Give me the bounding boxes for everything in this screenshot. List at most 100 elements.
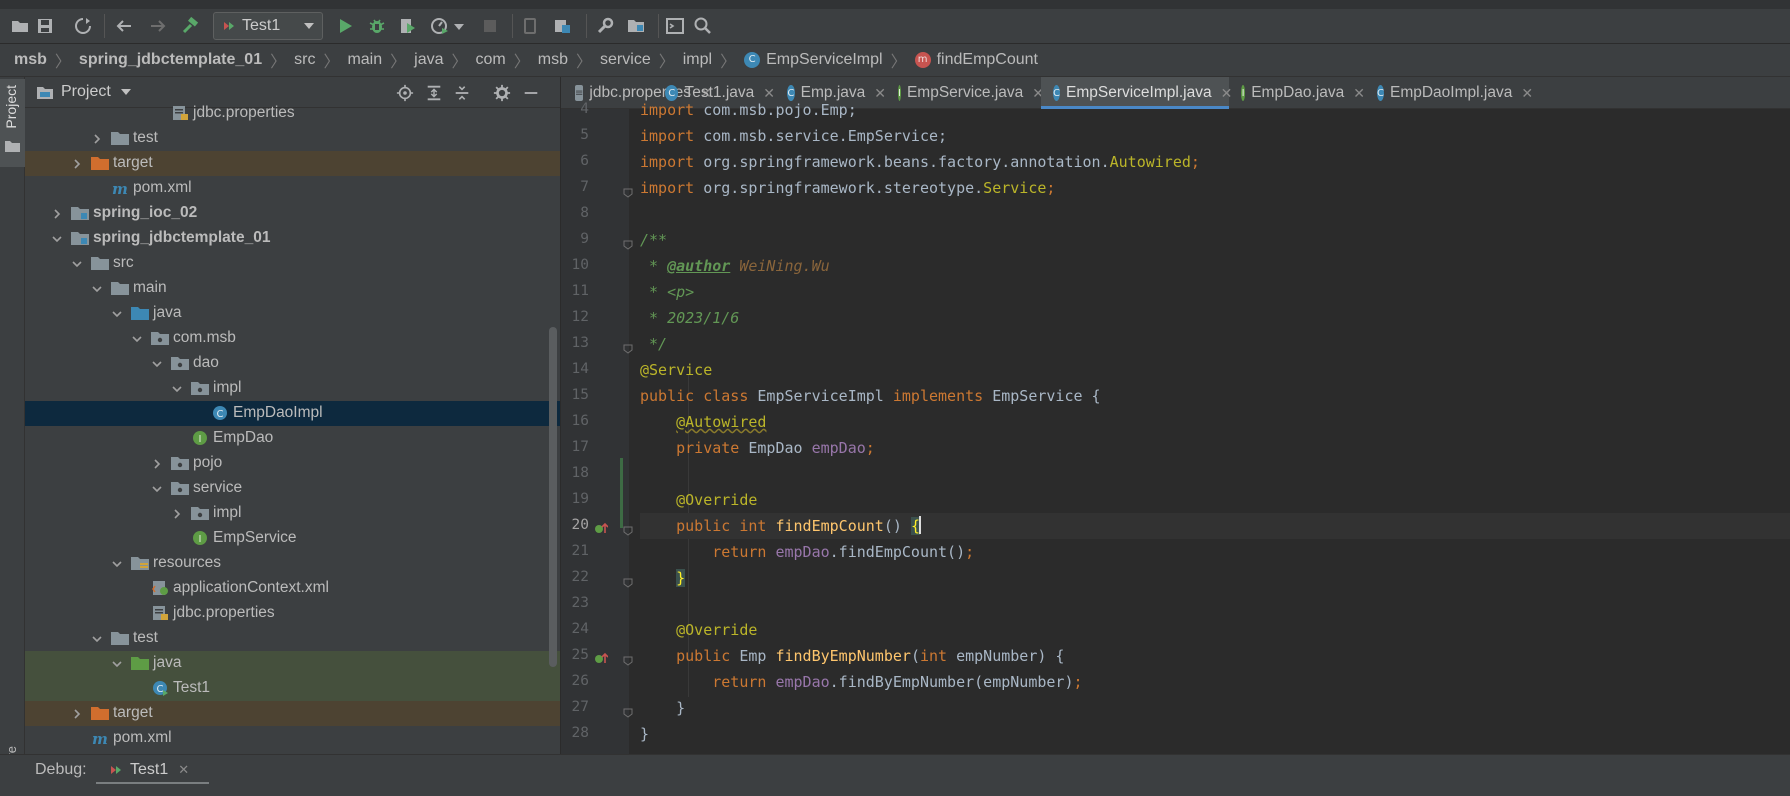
chevron-down-icon[interactable]	[171, 382, 183, 394]
project-panel-title[interactable]: Project	[61, 83, 111, 101]
breadcrumb-item[interactable]: msb	[538, 51, 568, 69]
tree-item[interactable]: java	[25, 301, 560, 326]
tree-item[interactable]: pojo	[25, 451, 560, 476]
expand-all-icon[interactable]	[424, 83, 444, 103]
chevron-down-icon[interactable]	[91, 282, 103, 294]
breadcrumb-item[interactable]: java	[414, 51, 443, 69]
tree-item[interactable]: src	[25, 251, 560, 276]
minimize-icon[interactable]	[521, 83, 541, 103]
breadcrumb-item-class[interactable]: C EmpServiceImpl	[744, 51, 883, 69]
gear-icon[interactable]	[492, 83, 512, 103]
tree-item[interactable]: resources	[25, 551, 560, 576]
close-icon[interactable]: ✕	[178, 762, 189, 778]
locate-file-icon[interactable]	[395, 83, 415, 103]
breadcrumb-separator: 〉	[513, 54, 530, 71]
tree-item[interactable]: test	[25, 126, 560, 151]
tree-item[interactable]: applicationContext.xml	[25, 576, 560, 601]
tree-item[interactable]: impl	[25, 376, 560, 401]
more-run-options-icon[interactable]	[452, 14, 466, 38]
run-configuration-selector[interactable]: Test1	[213, 12, 323, 40]
save-icon[interactable]	[33, 14, 57, 38]
tree-item[interactable]: dao	[25, 351, 560, 376]
tree-item[interactable]: impl	[25, 501, 560, 526]
tree-item[interactable]: C EmpDaoImpl	[25, 401, 560, 426]
chevron-right-icon[interactable]	[71, 707, 83, 719]
chevron-down-icon[interactable]	[151, 357, 163, 369]
interface-icon: I	[191, 430, 209, 446]
chevron-right-icon[interactable]	[51, 207, 63, 219]
implements-method-icon[interactable]	[594, 651, 609, 665]
collapse-all-icon[interactable]	[452, 83, 472, 103]
tree-item[interactable]: jdbc.properties	[25, 601, 560, 626]
tree-item[interactable]: target	[25, 701, 560, 726]
project-tool-window-button[interactable]: Project	[0, 79, 25, 167]
search-icon[interactable]	[691, 14, 715, 38]
tree-item[interactable]: target	[25, 151, 560, 176]
breadcrumb-item[interactable]: spring_jdbctemplate_01	[79, 51, 262, 69]
chevron-down-icon[interactable]	[111, 657, 123, 669]
fold-marker-icon[interactable]	[623, 237, 633, 250]
breadcrumb-item[interactable]: main	[347, 51, 382, 69]
fold-marker-icon[interactable]	[623, 575, 633, 588]
terminal-icon[interactable]	[663, 14, 687, 38]
tree-item[interactable]: spring_ioc_02	[25, 201, 560, 226]
project-structure-icon[interactable]	[624, 14, 648, 38]
chevron-down-icon[interactable]	[91, 632, 103, 644]
implements-method-icon[interactable]	[594, 521, 609, 535]
tree-item[interactable]: m pom.xml	[25, 176, 560, 201]
open-folder-icon[interactable]	[8, 14, 32, 38]
breadcrumb-item[interactable]: src	[294, 51, 315, 69]
breadcrumb-item[interactable]: msb	[14, 51, 47, 69]
profile-icon[interactable]	[428, 14, 452, 38]
chevron-down-icon[interactable]	[71, 257, 83, 269]
tree-item[interactable]: main	[25, 276, 560, 301]
debug-session-tab[interactable]: Test1 ✕	[96, 755, 209, 785]
breadcrumb-item[interactable]: com	[476, 51, 506, 69]
code-area[interactable]: import com.msb.pojo.Emp; import com.msb.…	[640, 101, 1790, 754]
settings-wrench-icon[interactable]	[593, 14, 617, 38]
jar-icon[interactable]	[550, 14, 574, 38]
sync-icon[interactable]	[71, 14, 95, 38]
code-token: return	[712, 673, 767, 691]
fold-marker-icon[interactable]	[623, 185, 633, 198]
build-hammer-icon[interactable]	[178, 14, 202, 38]
chevron-down-icon[interactable]	[111, 557, 123, 569]
fold-marker-icon[interactable]	[623, 523, 633, 536]
breadcrumb-item[interactable]: service	[600, 51, 651, 69]
stop-icon[interactable]	[478, 14, 502, 38]
debug-icon[interactable]	[365, 14, 389, 38]
folder-icon	[111, 630, 129, 646]
project-tree-scrollbar[interactable]	[549, 327, 557, 667]
chevron-right-icon[interactable]	[171, 507, 183, 519]
tree-item[interactable]: service	[25, 476, 560, 501]
tree-item[interactable]: jdbc.properties	[25, 101, 560, 126]
run-with-coverage-icon[interactable]	[396, 14, 420, 38]
text-cursor	[918, 516, 921, 534]
tree-item[interactable]: I EmpDao	[25, 426, 560, 451]
tree-item[interactable]: m pom.xml	[25, 726, 560, 751]
fold-marker-icon[interactable]	[623, 341, 633, 354]
fold-marker-icon[interactable]	[623, 653, 633, 666]
tree-item[interactable]: I EmpService	[25, 526, 560, 551]
tree-item[interactable]: com.msb	[25, 326, 560, 351]
back-icon[interactable]	[112, 14, 136, 38]
chevron-down-icon[interactable]	[120, 89, 131, 95]
breadcrumb-item-method[interactable]: m findEmpCount	[914, 51, 1038, 69]
forward-icon[interactable]	[146, 14, 170, 38]
chevron-right-icon[interactable]	[71, 157, 83, 169]
tree-item[interactable]: test	[25, 626, 560, 651]
fold-marker-icon[interactable]	[623, 705, 633, 718]
chevron-down-icon[interactable]	[51, 232, 63, 244]
tree-item[interactable]: java	[25, 651, 560, 676]
chevron-right-icon[interactable]	[151, 457, 163, 469]
chevron-down-icon[interactable]	[111, 307, 123, 319]
chevron-right-icon[interactable]	[91, 132, 103, 144]
run-icon[interactable]	[333, 14, 357, 38]
code-token: com.msb.pojo.Emp;	[694, 101, 857, 119]
breadcrumb-item[interactable]: impl	[683, 51, 712, 69]
device-icon[interactable]	[518, 14, 542, 38]
tree-item[interactable]: spring_jdbctemplate_01	[25, 226, 560, 251]
tree-item[interactable]: C Test1	[25, 676, 560, 701]
chevron-down-icon[interactable]	[131, 332, 143, 344]
chevron-down-icon[interactable]	[151, 482, 163, 494]
